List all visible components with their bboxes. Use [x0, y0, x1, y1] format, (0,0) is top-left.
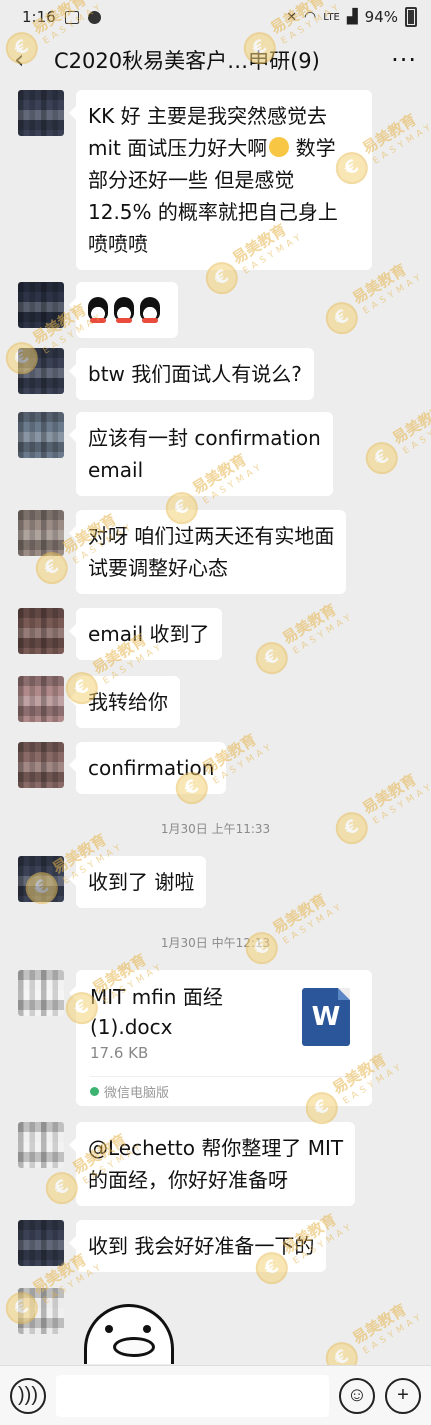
- message-line: @Lechetto 帮你整理了 MIT: [88, 1136, 344, 1160]
- battery-percent: 94%: [364, 8, 398, 26]
- laughing-emoji-icon: [269, 137, 290, 157]
- watermark-subtext: EASYMAY: [361, 1311, 426, 1357]
- watermark-logo-icon: €: [319, 296, 364, 341]
- avatar[interactable]: [18, 282, 64, 328]
- message-line: 应该有一封 confirmation: [88, 426, 321, 450]
- watermark-subtext: EASYMAY: [371, 121, 431, 167]
- avatar[interactable]: [18, 510, 64, 556]
- watermark-text: 易美教育: [389, 400, 431, 448]
- message-line: mit 面试压力好大啊 数学: [88, 132, 360, 164]
- more-actions-button[interactable]: +: [385, 1377, 421, 1414]
- message-bubble[interactable]: 我转给你: [69, 676, 180, 728]
- battery-icon: [405, 7, 417, 27]
- message-line: 收到了 谢啦: [88, 870, 195, 894]
- app-notification-icon: [87, 10, 101, 24]
- avatar[interactable]: [18, 90, 64, 136]
- chat-area[interactable]: KK 好 主要是我突然感觉去 mit 面试压力好大啊 数学 部分还好一些 但是感…: [0, 0, 431, 1381]
- avatar[interactable]: [18, 970, 64, 1016]
- message-line: 部分还好一些 但是感觉: [88, 168, 295, 192]
- watermark-text: 易美教育: [359, 770, 420, 818]
- chat-input-bar: ))) ☺ +: [0, 1365, 431, 1425]
- avatar[interactable]: [18, 608, 64, 654]
- avatar[interactable]: [18, 676, 64, 722]
- word-document-icon: W: [302, 988, 350, 1046]
- avatar[interactable]: [18, 412, 64, 458]
- avatar[interactable]: [18, 348, 64, 394]
- message-line: 12.5% 的概率就把自己身上: [88, 200, 338, 224]
- message-bubble[interactable]: confirmation: [68, 742, 227, 794]
- plus-icon: +: [397, 1384, 409, 1406]
- avatar[interactable]: [18, 856, 64, 902]
- message-text: 数学: [295, 136, 336, 160]
- gallery-icon: [64, 10, 79, 24]
- voice-input-button[interactable]: ))): [10, 1377, 46, 1414]
- wifi-icon: ◠: [304, 9, 317, 25]
- message-line: 我转给你: [88, 690, 168, 714]
- avatar[interactable]: [18, 1288, 64, 1334]
- watermark-logo-icon: €: [249, 636, 294, 681]
- message-line: 喷喷喷: [88, 232, 148, 256]
- watermark-text: 易美教育: [349, 1300, 410, 1348]
- more-options-button[interactable]: ···: [391, 46, 417, 74]
- watermark-subtext: EASYMAY: [291, 611, 356, 657]
- emoji-icon: ☺: [346, 1384, 368, 1406]
- timestamp: 1月30日 中午12:13: [160, 936, 271, 950]
- wechat-pc-icon: [90, 1087, 99, 1096]
- duck-sticker[interactable]: [84, 1304, 174, 1364]
- file-source: 微信电脑版: [90, 1082, 169, 1101]
- avatar[interactable]: [18, 1220, 64, 1266]
- avatar[interactable]: [18, 1122, 64, 1168]
- message-bubble[interactable]: btw 我们面试人有说么?: [69, 348, 314, 400]
- file-size: 17.6 KB: [90, 1044, 149, 1062]
- message-bubble[interactable]: [69, 282, 178, 338]
- voice-icon: ))): [18, 1384, 38, 1406]
- file-name: MIT mfin 面经(1).docx: [90, 985, 223, 1039]
- watermark-subtext: EASYMAY: [361, 271, 426, 317]
- message-line: confirmation: [88, 756, 215, 780]
- watermark: € 易美教育 EASYMAY: [327, 761, 431, 856]
- message-text: mit 面试压力好大啊: [88, 136, 268, 160]
- message-bubble[interactable]: 对呀 咱们过两天还有实地面 试要调整好心态: [68, 510, 347, 594]
- message-input[interactable]: [56, 1374, 329, 1417]
- message-line: 试要调整好心态: [88, 556, 228, 580]
- message-line: btw 我们面试人有说么?: [88, 362, 302, 386]
- message-line: 收到 我会好好准备一下的: [88, 1234, 315, 1258]
- avatar[interactable]: [18, 742, 64, 788]
- message-bubble[interactable]: 收到了 谢啦: [68, 856, 207, 908]
- file-attachment-card[interactable]: MIT mfin 面经(1).docx 17.6 KB W 微信电脑版: [69, 970, 372, 1106]
- mute-icon: ✕: [286, 9, 298, 25]
- message-line: 的面经，你好好准备呀: [88, 1168, 288, 1192]
- watermark-subtext: EASYMAY: [401, 411, 431, 457]
- message-line: email 收到了: [88, 622, 210, 646]
- watermark: € 易美教育 EASYMAY: [237, 881, 352, 976]
- message-line: KK 好 主要是我突然感觉去: [88, 104, 327, 128]
- message-line: 对呀 咱们过两天还有实地面: [88, 524, 335, 548]
- status-time: 1:16: [22, 8, 56, 26]
- watermark: € 易美教育 EASYMAY: [357, 391, 431, 486]
- message-bubble[interactable]: 收到 我会好好准备一下的: [68, 1220, 327, 1272]
- chat-header: ‹ C2020秋易美客户…申研(9) ···: [0, 34, 431, 86]
- watermark-text: 易美教育: [279, 600, 340, 648]
- status-bar: 1:16 ✕ ◠ LTE ▟ 94%: [0, 0, 431, 34]
- penguin-emoji-icon: [140, 297, 160, 323]
- divider: [90, 1076, 358, 1077]
- message-bubble[interactable]: email 收到了: [69, 608, 222, 660]
- penguin-emoji-icon: [88, 297, 108, 323]
- timestamp: 1月30日 上午11:33: [160, 822, 271, 836]
- message-bubble[interactable]: @Lechetto 帮你整理了 MIT 的面经，你好好准备呀: [68, 1122, 356, 1206]
- message-bubble[interactable]: KK 好 主要是我突然感觉去 mit 面试压力好大啊 数学 部分还好一些 但是感…: [69, 90, 372, 270]
- signal-icon: ▟: [346, 9, 358, 25]
- file-source-label: 微信电脑版: [104, 1086, 170, 1101]
- message-line: email: [88, 458, 144, 482]
- watermark: € 易美教育 EASYMAY: [247, 591, 362, 686]
- back-button[interactable]: ‹: [14, 45, 44, 75]
- signal-label: LTE: [323, 11, 340, 23]
- penguin-emoji-icon: [114, 297, 134, 323]
- emoji-button[interactable]: ☺: [339, 1377, 375, 1414]
- watermark-text: 易美教育: [269, 890, 330, 938]
- watermark-logo-icon: €: [359, 436, 404, 481]
- message-bubble[interactable]: 应该有一封 confirmation email: [69, 412, 333, 496]
- chat-title: C2020秋易美客户…申研(9): [54, 49, 320, 73]
